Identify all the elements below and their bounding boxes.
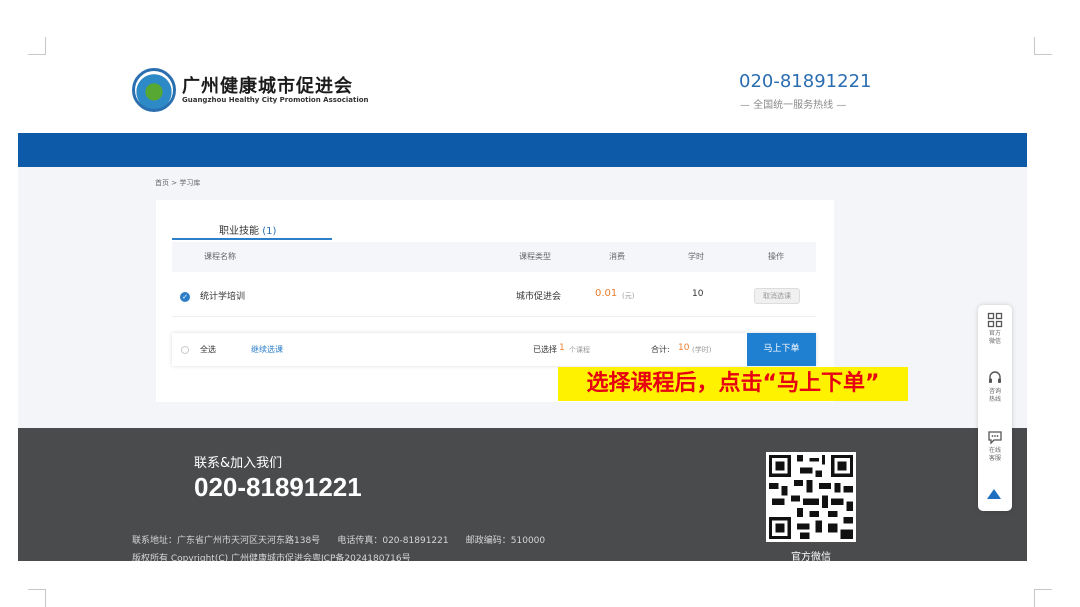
main-nav bbox=[18, 133, 1027, 167]
table-header bbox=[172, 242, 816, 272]
selected-count: 1 bbox=[559, 343, 565, 353]
toolbar-hotline-line2: 热线 bbox=[988, 396, 1001, 403]
nav-item-home[interactable]: 首页 bbox=[168, 0, 186, 34]
instruction-annotation: 选择课程后，点击“马上下单” bbox=[558, 367, 908, 401]
select-all-radio[interactable] bbox=[181, 346, 189, 354]
chat-bubble-icon bbox=[988, 431, 1002, 445]
qr-caption: 官方微信 bbox=[791, 552, 831, 561]
footer-phone: 020-81891221 bbox=[194, 472, 362, 502]
course-type: 城市促进会 bbox=[516, 292, 562, 302]
toolbar-consult-hotline[interactable]: 咨询 热线 bbox=[978, 370, 1012, 404]
course-price: 0.01 bbox=[595, 288, 618, 299]
toolbar-hotline-line1: 咨询 bbox=[988, 388, 1001, 395]
nav-item-education[interactable]: 教育培训 bbox=[611, 0, 647, 34]
col-course-type: 课程类型 bbox=[519, 252, 551, 261]
nav-item-cloud-class[interactable]: 云课堂 bbox=[521, 0, 558, 34]
order-now-button[interactable]: 马上下单 bbox=[747, 333, 816, 366]
nav-item-news[interactable]: 新闻中心 bbox=[249, 0, 285, 34]
col-cost: 消费 bbox=[609, 252, 625, 261]
total-unit: (学时) bbox=[692, 346, 712, 354]
footer-address: 联系地址：广东省广州市天河区天河东路138号 bbox=[132, 536, 321, 546]
footer-copyright: 版权所有 Copyright(C) 广州健康城市促进会粤ICP备20241807… bbox=[132, 554, 411, 561]
toolbar-service-line1: 在线 bbox=[988, 447, 1001, 454]
back-to-top-icon[interactable] bbox=[987, 489, 1001, 499]
total-label: 合计: bbox=[651, 345, 670, 354]
tab-vocational-skills[interactable]: 职业技能 (1) bbox=[219, 222, 276, 237]
course-name[interactable]: 统计学培训 bbox=[200, 289, 245, 302]
tab-underline bbox=[172, 238, 332, 240]
footer-fax: 电话传真：020-81891221 bbox=[337, 536, 449, 546]
course-hours: 10 bbox=[692, 289, 704, 299]
nav-item-science[interactable]: 科学普及 bbox=[702, 0, 738, 34]
tab-label: 职业技能 bbox=[219, 226, 259, 237]
breadcrumb[interactable]: 首页 > 学习库 bbox=[155, 178, 200, 188]
cancel-course-button[interactable]: 取消选课 bbox=[754, 288, 800, 304]
screen: 广州健康城市促进会 Guangzhou Healthy City Promoti… bbox=[0, 0, 1080, 607]
org-name-english: Guangzhou Healthy City Promotion Associa… bbox=[182, 96, 369, 104]
wechat-qr-code bbox=[766, 452, 856, 542]
crop-mark-top-right bbox=[1034, 37, 1052, 55]
header-hotline: 020-81891221 bbox=[739, 71, 872, 92]
toolbar-service-line2: 客服 bbox=[988, 455, 1001, 462]
col-action: 操作 bbox=[768, 252, 784, 261]
footer-postcode: 邮政编码：510000 bbox=[465, 536, 546, 546]
total-value: 10 bbox=[678, 343, 690, 353]
selected-suffix: 个课程 bbox=[569, 346, 590, 354]
toolbar-online-service[interactable]: 在线 客服 bbox=[978, 429, 1012, 463]
footer-contact-info: 联系地址：广东省广州市天河区天河东路138号 电话传真：020-81891221… bbox=[132, 533, 545, 546]
crop-mark-bottom-left bbox=[28, 589, 46, 607]
col-course-name: 课程名称 bbox=[204, 252, 236, 261]
selected-prefix: 已选择 bbox=[533, 345, 557, 354]
col-hours: 学时 bbox=[688, 252, 704, 261]
continue-selecting-link[interactable]: 继续选课 bbox=[251, 344, 283, 355]
nav-item-party[interactable]: 党建活动 bbox=[340, 0, 376, 34]
toolbar-wechat-line1: 官方 bbox=[988, 330, 1001, 337]
tab-count: (1) bbox=[262, 226, 277, 237]
nav-item-business[interactable]: 业务领域 bbox=[431, 0, 467, 34]
crop-mark-bottom-right bbox=[1034, 589, 1052, 607]
toolbar-official-wechat[interactable]: 官方 微信 bbox=[978, 312, 1012, 346]
row-divider bbox=[172, 316, 816, 317]
crop-mark-top-left bbox=[28, 37, 46, 55]
course-price-unit: (元) bbox=[622, 292, 635, 300]
footer-title: 联系&加入我们 bbox=[194, 456, 283, 471]
org-name[interactable]: 广州健康城市促进会 bbox=[182, 72, 353, 98]
headset-icon bbox=[989, 371, 1001, 383]
logo-emblem-icon[interactable] bbox=[132, 68, 176, 112]
nav-item-about[interactable]: 关于学会 bbox=[792, 0, 828, 34]
row-checkbox-checked-icon[interactable]: ✓ bbox=[180, 292, 190, 302]
hotline-caption: — 全国统一服务热线 — bbox=[740, 100, 847, 111]
toolbar-wechat-line2: 微信 bbox=[988, 338, 1001, 345]
qr-grid-icon bbox=[987, 312, 1003, 328]
select-all-label[interactable]: 全选 bbox=[200, 344, 216, 355]
